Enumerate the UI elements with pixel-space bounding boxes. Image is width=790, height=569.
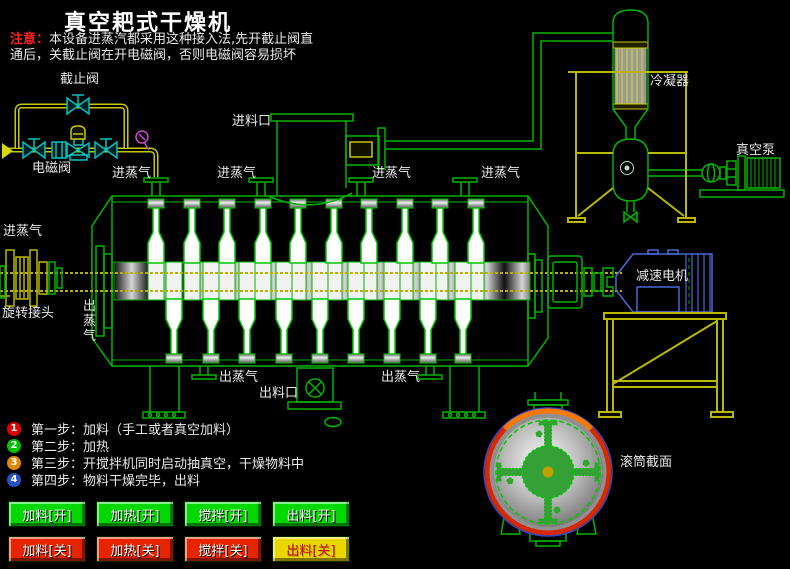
heat-off-button[interactable]: 加热[关] [96,536,174,562]
steam-out-label-1: 出蒸气 [219,370,259,385]
steam-in-label-4: 进蒸气 [481,166,521,181]
steam-in-label-3: 进蒸气 [372,166,412,181]
steam-out-nozzle [191,365,217,380]
steam-in-nozzle [452,177,478,197]
step-number-badge: 2 [6,437,22,454]
steam-out-nozzle [417,365,443,380]
steam-out-label-vertical: 出蒸气 [83,299,97,344]
stir-off-button[interactable]: 搅拌[关] [184,536,262,562]
globe-valve-icon [22,138,46,159]
solenoid-valve-icon [66,125,90,161]
steam-in-nozzle [348,177,374,197]
stop-valve-label: 截止阀 [60,72,100,87]
step-text: 第四步：物料干燥完毕，出料 [31,474,201,489]
condenser [612,9,702,224]
step-item-2: 2 第二步：加热 [6,437,304,455]
rotary-joint-label: 旋转接头 [2,306,55,321]
process-steps: 1 第一步：加料（手工或者真空加料） 2 第二步：加热 3 第三步：开搅拌机同时… [6,420,304,489]
step-number-badge: 4 [6,471,22,488]
step-item-4: 4 第四步：物料干燥完毕，出料 [6,471,304,489]
drum-shaft-center [542,466,554,478]
drive-train [547,255,614,309]
steam-out-label-2: 出蒸气 [381,370,421,385]
feed-inlet-label: 进料口 [232,114,272,129]
drum-section-label: 滚筒截面 [620,455,673,470]
vacuum-pump-label: 真空泵 [736,143,776,158]
discharge-on-button[interactable]: 出料[开] [272,501,350,527]
solenoid-valve-label: 电磁阀 [32,161,72,176]
pressure-gauge-icon [135,130,150,151]
steam-in-label-left: 进蒸气 [3,224,43,239]
rotary-joint [0,249,63,307]
hopper-valve-motor [349,141,373,158]
heat-on-button[interactable]: 加热[开] [96,501,174,527]
condenser-label: 冷凝器 [650,74,690,89]
feed-off-button[interactable]: 加料[关] [8,536,86,562]
vapor-pipe [385,32,613,150]
discharge-off-button[interactable]: 出料[关] [272,536,350,562]
note-line-2: 通后，关截止阀在开电磁阀，否则电磁阀容易损坏 [10,48,297,63]
stir-on-button[interactable]: 搅拌[开] [184,501,262,527]
control-button-panel: 加料[开] 加热[开] 搅拌[开] 出料[开] 加料[关] 加热[关] 搅拌[关… [8,501,350,562]
step-number-badge: 1 [6,420,22,437]
vacuum-pump [699,155,785,198]
step-item-3: 3 第三步：开搅拌机同时启动抽真空，干燥物料中 [6,454,304,472]
step-item-1: 1 第一步：加料（手工或者真空加料） [6,420,304,438]
motor-stand [598,312,734,418]
steam-in-label-1: 进蒸气 [112,166,152,181]
hmi-screen: 真空耙式干燥机 注意：本设备进蒸汽都采用这种接入法,先开截止阀直 通后，关截止阀… [0,0,790,569]
paddle-bosses [147,261,485,301]
discharge-outlet-label: 出料口 [259,386,299,401]
globe-valve-icon [94,138,118,159]
feed-on-button[interactable]: 加料[开] [8,501,86,527]
steam-in-label-2: 进蒸气 [217,166,257,181]
drum-cross-section [483,392,613,547]
feed-hopper [267,113,386,206]
gear-motor-label: 减速电机 [636,269,689,284]
strainer-icon [51,141,67,159]
stop-valve-icon [66,94,90,115]
step-number-badge: 3 [6,454,22,471]
